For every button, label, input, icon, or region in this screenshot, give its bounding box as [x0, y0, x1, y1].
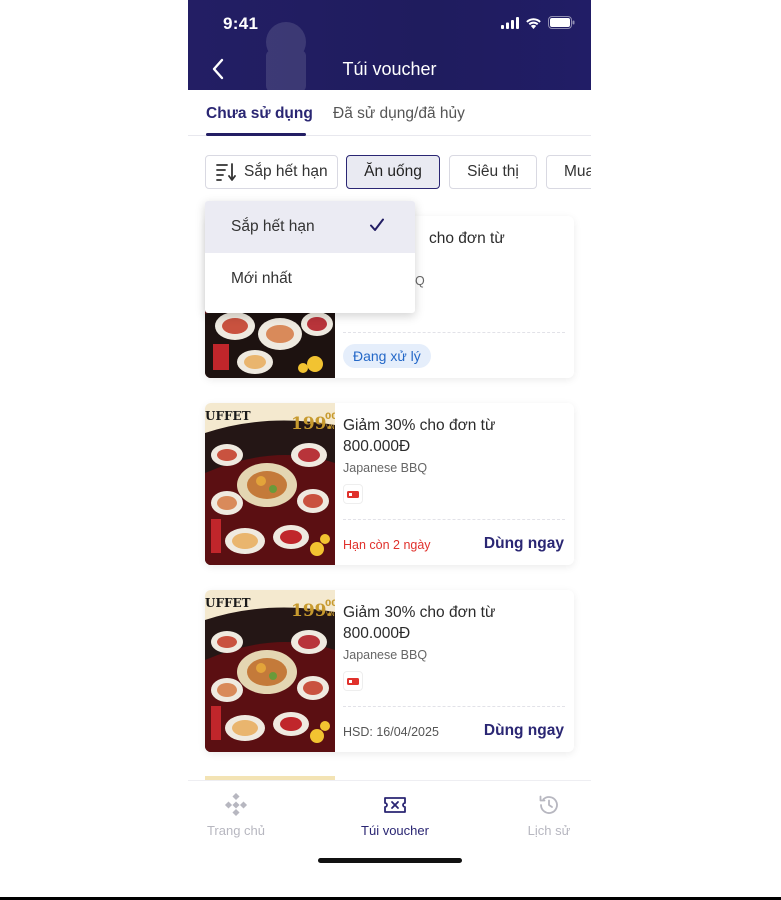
- chip-shopping[interactable]: Mua: [546, 155, 591, 189]
- app-header: 9:41 Túi voucher: [188, 0, 591, 90]
- sort-option-expiring-soon[interactable]: Sắp hết hạn: [205, 201, 415, 253]
- voucher-image: UFFET 199. 00 VN: [205, 590, 335, 752]
- chip-supermarket[interactable]: Siêu thị: [449, 155, 537, 189]
- nav-label: Trang chủ: [206, 823, 266, 838]
- voucher-divider: [343, 706, 565, 707]
- image-price-sup: 00: [325, 412, 335, 422]
- image-price-sup: 00: [325, 599, 335, 609]
- nav-label: Túi voucher: [361, 823, 429, 838]
- voucher-icon: [384, 797, 406, 813]
- image-price-unit: VN: [326, 424, 335, 431]
- voucher-divider: [343, 332, 565, 333]
- wifi-icon: [526, 17, 541, 29]
- use-now-button[interactable]: Dùng ngay: [484, 722, 564, 740]
- nav-voucher[interactable]: Túi voucher: [345, 793, 445, 838]
- status-time: 9:41: [223, 14, 259, 33]
- home-diamond-icon: [224, 793, 248, 817]
- voucher-card[interactable]: UFFET 199. 00 VN Giảm 30% cho đơn từ 800…: [205, 590, 574, 752]
- bbq-food-image: UFFET 199. 00 VN: [205, 403, 335, 565]
- image-buffet-text: UFFET: [205, 409, 251, 423]
- use-now-button[interactable]: Dùng ngay: [484, 535, 564, 553]
- tab-unused[interactable]: Chưa sử dụng: [206, 105, 313, 123]
- sort-label: Sắp hết hạn: [244, 163, 328, 180]
- sort-icon: [216, 163, 236, 181]
- voucher-brand: Q: [415, 274, 425, 288]
- checkmark-icon: [370, 218, 384, 231]
- nav-home[interactable]: Trang chủ: [188, 793, 286, 838]
- sort-dropdown: Sắp hết hạn Mới nhất: [205, 201, 415, 313]
- brand-logo-icon: [343, 671, 363, 691]
- status-badge: Đang xử lý: [343, 344, 431, 368]
- image-price-unit: VN: [326, 611, 335, 618]
- voucher-title: Giảm 30% cho đơn từ 800.000Đ: [343, 417, 496, 455]
- voucher-brand: Japanese BBQ: [343, 461, 428, 475]
- bbq-food-image: UFFET 199. 00 VN: [205, 590, 335, 752]
- battery-icon: [548, 16, 575, 29]
- history-clock-icon: [539, 795, 558, 814]
- voucher-body: Giảm 30% cho đơn từ 800.000Đ Japanese BB…: [343, 403, 566, 565]
- nav-history[interactable]: Lịch sử: [499, 793, 591, 838]
- sort-button[interactable]: Sắp hết hạn: [205, 155, 338, 189]
- voucher-expiry: Hạn còn 2 ngày: [343, 538, 431, 552]
- signal-icon: [501, 16, 519, 29]
- voucher-expiry: HSD: 16/04/2025: [343, 725, 439, 739]
- chip-food-drink[interactable]: Ăn uống: [346, 155, 440, 189]
- sort-option-label: Sắp hết hạn: [231, 218, 315, 235]
- image-buffet-text: UFFET: [205, 596, 251, 610]
- voucher-card[interactable]: UFFET 199. 00 VN Giảm 30% cho đơn từ 800…: [205, 403, 574, 565]
- voucher-divider: [343, 519, 565, 520]
- active-tab-indicator: [206, 133, 306, 136]
- nav-label: Lịch sử: [527, 823, 571, 838]
- home-indicator: [318, 858, 462, 863]
- voucher-tabs: Chưa sử dụng Đã sử dụng/đã hủy: [188, 90, 591, 136]
- status-icons: [501, 16, 575, 29]
- sort-option-newest[interactable]: Mới nhất: [205, 253, 415, 305]
- voucher-image: UFFET 199. 00 VN: [205, 403, 335, 565]
- page-title: Túi voucher: [342, 59, 437, 79]
- brand-logo-icon: [343, 484, 363, 504]
- voucher-body: Giảm 30% cho đơn từ 800.000Đ Japanese BB…: [343, 590, 566, 752]
- filter-bar: Sắp hết hạn Ăn uống Siêu thị Mua: [188, 155, 591, 189]
- sort-option-label: Mới nhất: [231, 270, 292, 287]
- voucher-title: Giảm 30% cho đơn từ 800.000Đ: [343, 604, 496, 642]
- tab-used-cancelled[interactable]: Đã sử dụng/đã hủy: [333, 105, 465, 123]
- voucher-title: cho đơn từ: [429, 230, 505, 247]
- phone-screen: 9:41 Túi voucher Chưa sử dụng Đã sử dụng…: [188, 0, 591, 872]
- voucher-brand: Japanese BBQ: [343, 648, 428, 662]
